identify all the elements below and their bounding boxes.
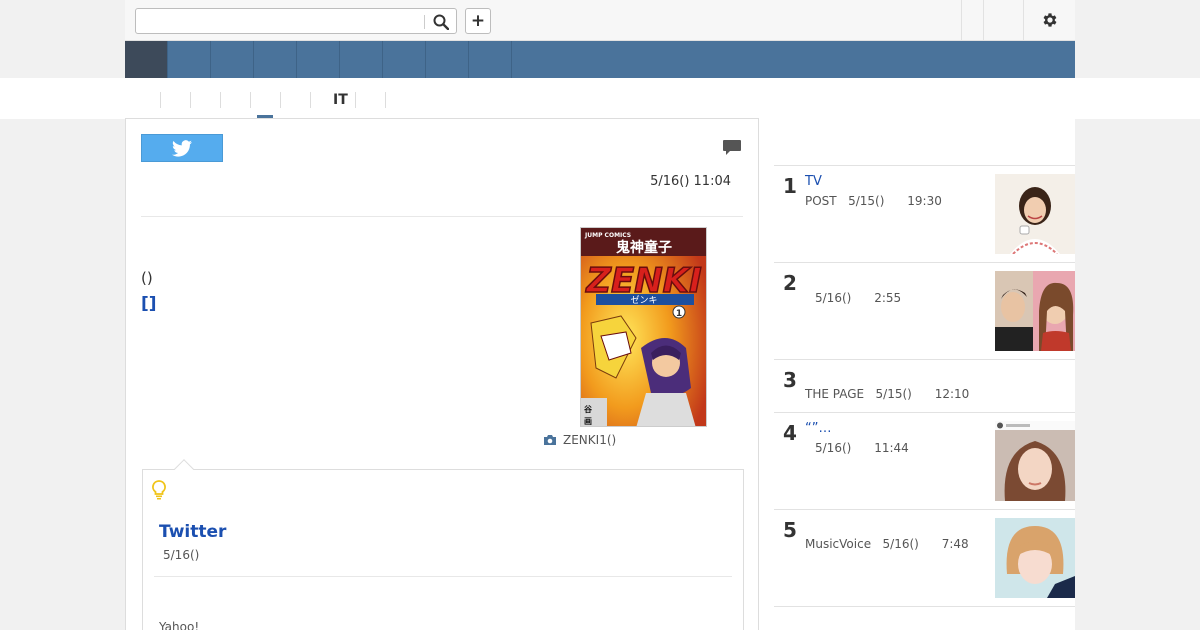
rank-thumbnail[interactable]: [995, 174, 1075, 254]
nav-item-8[interactable]: [426, 41, 469, 78]
ranking-item[interactable]: 5 MusicVoice 5/16() 7:48: [774, 510, 1075, 607]
subtab-4[interactable]: [250, 92, 280, 108]
article-panel: 5/16() 11:04 () [] JUMP COMICS 鬼神童子 ZENK…: [125, 118, 759, 630]
search-button[interactable]: [430, 12, 452, 32]
rank-title[interactable]: “”…: [805, 421, 831, 436]
rank-title[interactable]: TV: [805, 174, 822, 189]
ranking-item[interactable]: 1 TV POST 5/15() 19:30: [774, 166, 1075, 263]
sub-nav: IT: [0, 78, 1200, 119]
search-input[interactable]: [140, 12, 420, 30]
cover-subtitle: ゼンキ: [630, 294, 657, 306]
related-date: 5/16(): [163, 548, 200, 562]
subtab-7[interactable]: [354, 92, 385, 108]
manga-cover-image[interactable]: JUMP COMICS 鬼神童子 ZENKI ゼンキ 1 谷 画: [580, 227, 707, 427]
divider: [141, 216, 743, 217]
rank-meta: MusicVoice 5/16() 7:48: [805, 537, 969, 551]
nav-item-9[interactable]: [469, 41, 512, 78]
main-nav: [125, 41, 1075, 78]
divider: [154, 576, 732, 577]
rank-number: 2: [783, 271, 797, 295]
related-notch: [174, 459, 194, 479]
rank-meta: POST 5/15() 19:30: [805, 194, 942, 208]
nav-item-7[interactable]: [383, 41, 426, 78]
add-button[interactable]: +: [465, 8, 491, 34]
search-icon: [433, 14, 449, 30]
header-slot-2[interactable]: [983, 0, 1023, 40]
tweet-button[interactable]: [141, 134, 223, 162]
gear-icon: [1043, 13, 1056, 27]
rank-thumbnail[interactable]: [995, 421, 1075, 501]
rank-thumbnail[interactable]: [995, 518, 1075, 598]
nav-item-4[interactable]: [254, 41, 297, 78]
nav-item-home[interactable]: [125, 41, 168, 78]
lightbulb-icon: [152, 480, 166, 500]
nav-item-5[interactable]: [297, 41, 340, 78]
svg-text:画: 画: [584, 417, 592, 426]
subtab-8[interactable]: [384, 92, 386, 108]
subtab-5[interactable]: [280, 92, 310, 108]
caption-text: ZENKI1(): [563, 433, 617, 447]
article-date: 5/16() 11:04: [650, 174, 731, 189]
cover-kanji-title: 鬼神童子: [616, 239, 672, 256]
top-bar: +: [125, 0, 1075, 41]
article-link[interactable]: []: [141, 294, 157, 314]
subtab-2[interactable]: [190, 92, 220, 108]
rank-meta: THE PAGE 5/15() 12:10: [805, 387, 970, 401]
rank-number: 1: [783, 174, 797, 198]
rank-thumbnail[interactable]: [995, 271, 1075, 351]
rank-number: 3: [783, 368, 797, 392]
twitter-bird-icon: [172, 139, 192, 157]
related-source: Yahoo!: [159, 620, 200, 630]
header-slot-1[interactable]: [961, 0, 983, 40]
ranking-panel: 1 TV POST 5/15() 19:30 2 5/16() 2:55 3 T…: [759, 118, 1075, 630]
camera-icon: [544, 435, 556, 445]
subtab-1[interactable]: [160, 92, 190, 108]
nav-item-3[interactable]: [211, 41, 254, 78]
cover-series-label: JUMP COMICS: [584, 232, 631, 239]
svg-text:谷: 谷: [583, 404, 593, 414]
rank-meta: 5/16() 11:44: [815, 441, 909, 455]
nav-item-6[interactable]: [340, 41, 383, 78]
cover-volume: 1: [676, 309, 682, 319]
ranking-item[interactable]: 4 “”… 5/16() 11:44: [774, 413, 1075, 510]
comment-icon: [723, 140, 741, 155]
rank-number: 5: [783, 518, 797, 542]
related-box: Twitter 5/16() Yahoo!: [142, 459, 744, 630]
subtab-3[interactable]: [220, 92, 250, 108]
bulb-container: [152, 480, 166, 504]
article-text: (): [141, 269, 153, 287]
rank-meta: 5/16() 2:55: [815, 291, 902, 305]
nav-item-2[interactable]: [168, 41, 211, 78]
related-title[interactable]: Twitter: [159, 522, 226, 542]
search-box: [135, 8, 457, 34]
subtab-it[interactable]: IT: [310, 92, 355, 108]
rank-number: 4: [783, 421, 797, 445]
settings-button[interactable]: [1023, 0, 1075, 40]
ranking-item[interactable]: 2 5/16() 2:55: [774, 263, 1075, 360]
image-caption: ZENKI1(): [543, 433, 616, 447]
ranking-item[interactable]: 3 THE PAGE 5/15() 12:10: [774, 360, 1075, 413]
search-divider: [424, 15, 425, 29]
comment-button[interactable]: [722, 139, 742, 161]
